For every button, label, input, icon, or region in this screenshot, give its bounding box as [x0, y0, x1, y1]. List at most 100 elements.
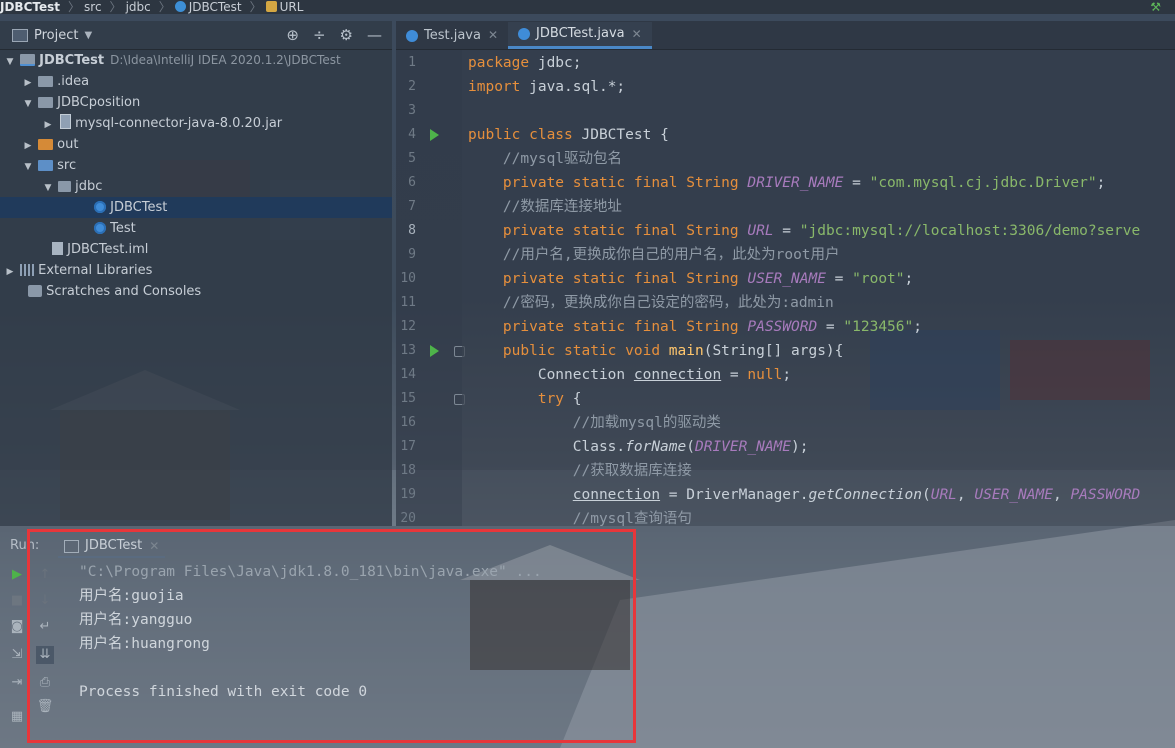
breadcrumb-jdbc[interactable]: jdbc	[126, 0, 151, 14]
code-token: =	[843, 175, 870, 191]
code-token: URL	[747, 223, 774, 239]
close-icon[interactable]: ✕	[149, 536, 159, 556]
class-icon	[174, 1, 186, 12]
line-number: 10	[400, 271, 416, 286]
tree-item-jdbc-package[interactable]: ▼ jdbc	[0, 176, 392, 197]
tree-item-label: External Libraries	[38, 263, 153, 278]
scratches-icon	[28, 285, 43, 297]
print-icon[interactable]: ⎙	[36, 674, 54, 692]
collapsed-arrow-icon[interactable]: ▶	[22, 136, 34, 157]
folder-icon	[38, 97, 54, 108]
line-number: 16	[400, 415, 416, 430]
chevron-down-icon[interactable]: ▼	[84, 30, 92, 41]
tree-item-jdbcposition[interactable]: ▼ JDBCposition	[0, 92, 392, 113]
soft-wrap-icon[interactable]: ↵	[36, 618, 54, 636]
editor-gutter[interactable]: 1 2 3 4 5 6 7 8 9 10 11 12 13 14 15 16 17 18 19 20	[396, 50, 465, 526]
tree-item-label: .idea	[57, 74, 90, 89]
code-token: ,	[1052, 487, 1071, 503]
tree-item-label: src	[57, 158, 77, 173]
run-tab-jdbctest[interactable]: JDBCTest ✕	[58, 536, 166, 558]
tree-item-src[interactable]: ▼ src	[0, 155, 392, 176]
tree-item-jdbctest-class[interactable]: JDBCTest	[0, 197, 392, 218]
code-token: private static final String	[468, 271, 748, 287]
breadcrumb-src[interactable]: src	[84, 0, 102, 14]
collapsed-arrow-icon[interactable]: ▶	[22, 73, 34, 94]
code-token: import java.sql.*;	[468, 79, 626, 95]
gear-icon[interactable]: ⚙	[340, 26, 353, 44]
navigation-bar: JDBCTest 〉 src 〉 jdbc 〉 JDBCTest 〉 URL ⚒	[0, 0, 1175, 14]
close-icon[interactable]: ✕	[632, 22, 642, 46]
code-token: =	[721, 367, 748, 383]
exit-icon[interactable]: ⇲	[8, 646, 26, 664]
code-token: getConnection	[808, 487, 922, 503]
code-token: connection	[572, 487, 661, 503]
close-icon[interactable]: ✕	[488, 22, 498, 49]
tree-item-iml[interactable]: JDBCTest.iml	[0, 239, 392, 260]
tree-item-mysql-jar[interactable]: ▶ mysql-connector-java-8.0.20.jar	[0, 113, 392, 134]
folder-blue-icon	[38, 160, 54, 171]
run-gutter-icon[interactable]	[430, 129, 439, 141]
line-number: 9	[408, 247, 416, 262]
code-editor[interactable]: package jdbc; import java.sql.*; public cl…	[462, 50, 1175, 526]
camera-icon[interactable]: ◙	[8, 618, 26, 636]
rerun-icon[interactable]: ▶	[8, 566, 26, 584]
collapsed-arrow-icon[interactable]: ▶	[4, 262, 16, 283]
tree-item-label: JDBCposition	[57, 95, 141, 110]
iml-file-icon	[52, 242, 64, 255]
arrow-down-icon[interactable]: ↓	[36, 592, 54, 610]
arrow-up-icon[interactable]: ↑	[36, 566, 54, 584]
breadcrumb-class[interactable]: JDBCTest	[174, 0, 242, 14]
code-token: = DriverManager.	[660, 487, 809, 503]
expanded-arrow-icon[interactable]: ▼	[22, 94, 34, 115]
layout-icon[interactable]: ▦	[8, 708, 26, 726]
tree-item-jdbctest-root[interactable]: ▼ JDBCTest D:\Idea\IntelliJ IDEA 2020.1.2…	[0, 50, 392, 71]
breadcrumb-project[interactable]: JDBCTest	[0, 0, 60, 14]
code-token: (String[] args){	[703, 343, 844, 359]
code-token: );	[791, 439, 809, 455]
code-token: "com.mysql.cj.jdbc.Driver"	[869, 175, 1097, 191]
project-view-selector[interactable]: Project	[34, 28, 78, 43]
code-line: //用户名,更换成你自己的用户名，此处为root用户	[468, 243, 840, 267]
collapsed-arrow-icon[interactable]: ▶	[42, 115, 54, 136]
code-token: ;	[782, 367, 792, 383]
trash-icon[interactable]: 🗑	[36, 698, 54, 716]
code-token: DRIVER_NAME	[694, 439, 792, 455]
code-line: import java.sql.*;	[468, 75, 625, 99]
collapse-all-icon[interactable]: ÷	[313, 26, 326, 44]
class-icon	[406, 29, 418, 42]
code-line: //获取数据库连接	[468, 459, 692, 483]
code-token: =	[773, 223, 800, 239]
locate-target-icon[interactable]: ⊕	[286, 26, 299, 44]
line-number: 13	[400, 343, 416, 358]
console-line: 用户名:guojia	[79, 588, 184, 604]
tree-item-scratches[interactable]: Scratches and Consoles	[0, 281, 392, 302]
tree-item-idea[interactable]: ▶ .idea	[0, 71, 392, 92]
tree-item-external-libraries[interactable]: ▶ External Libraries	[0, 260, 392, 281]
code-token: //mysql查询语句	[468, 511, 692, 526]
code-token: "jdbc:mysql://localhost:3306/demo?serve	[799, 223, 1141, 239]
code-line: private static final String USER_NAME = …	[468, 267, 913, 291]
tree-item-label: JDBCTest	[39, 53, 105, 68]
minimize-icon[interactable]: —	[367, 26, 382, 44]
run-gutter-icon[interactable]	[430, 345, 439, 357]
scroll-to-end-icon[interactable]: ⇊	[36, 646, 54, 664]
line-number: 19	[400, 487, 416, 502]
line-number: 5	[408, 151, 416, 166]
breadcrumb-field[interactable]: URL	[265, 0, 303, 14]
expanded-arrow-icon[interactable]: ▼	[42, 178, 54, 199]
code-token: //加载mysql的驱动类	[468, 415, 721, 431]
line-number: 15	[400, 391, 416, 406]
expanded-arrow-icon[interactable]: ▼	[4, 52, 16, 73]
login-icon[interactable]: ⇥	[8, 674, 26, 692]
tab-jdbctest-java[interactable]: JDBCTest.java ✕	[508, 22, 652, 49]
tree-item-test-class[interactable]: Test	[0, 218, 392, 239]
console-output[interactable]: "C:\Program Files\Java\jdk1.8.0_181\bin\…	[79, 560, 639, 730]
tree-item-out[interactable]: ▶ out	[0, 134, 392, 155]
stop-icon[interactable]: ■	[8, 592, 26, 610]
console-line: 用户名:huangrong	[79, 636, 210, 652]
tree-item-label: Scratches and Consoles	[46, 284, 202, 299]
expanded-arrow-icon[interactable]: ▼	[22, 157, 34, 178]
build-hammer-icon[interactable]: ⚒	[1150, 0, 1161, 14]
code-token: forName	[625, 439, 687, 455]
tab-test-java[interactable]: Test.java ✕	[396, 22, 508, 49]
